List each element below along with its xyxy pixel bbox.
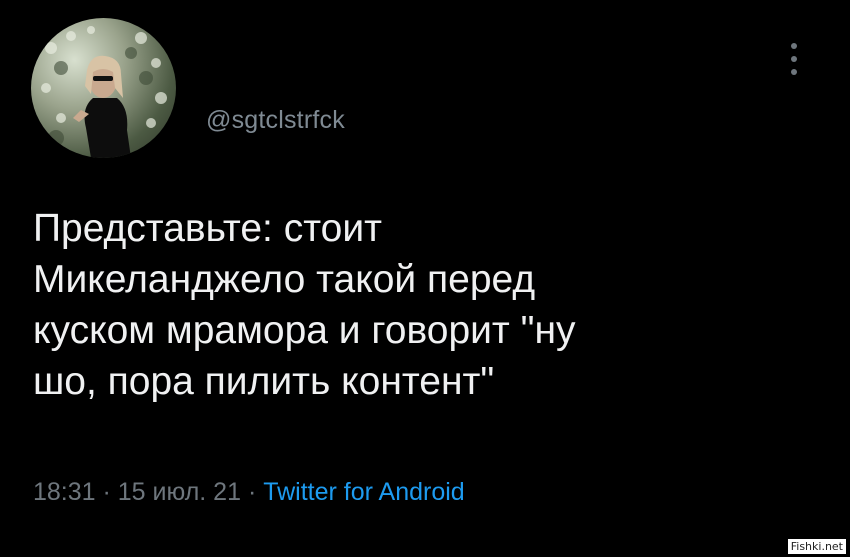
watermark-logo: Fishki.net [787, 539, 846, 554]
meta-separator: · [241, 478, 264, 506]
avatar[interactable] [31, 18, 176, 158]
tweet-text: Представьте: стоит Микеланджело такой пе… [33, 207, 576, 403]
tweet-date[interactable]: 15 июл. 21 [118, 478, 241, 506]
meta-separator: · [95, 478, 118, 506]
tweet-source-link[interactable]: Twitter for Android [263, 478, 464, 506]
more-vertical-icon[interactable] [788, 40, 800, 78]
tweet-meta: 18:31 · 15 июл. 21 · Twitter for Android [33, 478, 465, 507]
tweet-time[interactable]: 18:31 [33, 478, 96, 506]
user-handle[interactable]: @sgtclstrfck [206, 106, 345, 135]
